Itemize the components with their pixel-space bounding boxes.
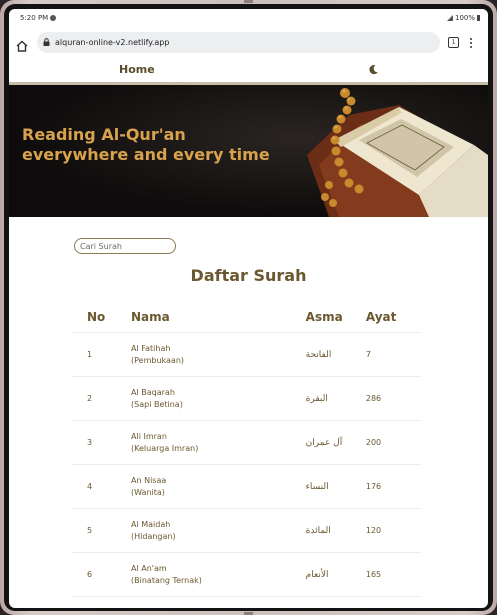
surah-ayat-count: 120 bbox=[365, 508, 421, 553]
search-surah-input[interactable] bbox=[74, 238, 176, 254]
battery-icon bbox=[477, 15, 480, 21]
surah-table: No Nama Asma Ayat 1 Al Fatihah (Pembukaan… bbox=[72, 302, 421, 597]
url-text: alquran-online-v2.netlify.app bbox=[55, 38, 170, 47]
device-frame: 5:20 PM 100% alquran-online-v2.netlify.a… bbox=[0, 0, 497, 615]
surah-name: An Nisaa bbox=[131, 475, 167, 485]
surah-arabic-name: الفاتحة bbox=[305, 332, 366, 377]
surah-arabic-name: النساء bbox=[305, 464, 366, 509]
surah-no: 4 bbox=[72, 464, 132, 509]
list-heading: Daftar Surah bbox=[190, 266, 307, 285]
nav-home-link[interactable]: Home bbox=[119, 63, 155, 76]
table-row[interactable]: 2 Al Baqarah (Sapi Betina) البقرة 286 bbox=[72, 376, 421, 421]
surah-arabic-name: البقرة bbox=[305, 376, 366, 421]
surah-name-cell: Al Baqarah (Sapi Betina) bbox=[131, 376, 306, 421]
hinge-top bbox=[244, 0, 253, 3]
notification-icon bbox=[50, 15, 57, 21]
dark-mode-moon-icon[interactable] bbox=[368, 64, 379, 75]
status-bar: 5:20 PM 100% bbox=[9, 9, 488, 27]
table-row[interactable]: 1 Al Fatihah (Pembukaan) الفاتحة 7 bbox=[72, 332, 421, 377]
tab-switcher-button[interactable]: 1 bbox=[448, 37, 459, 48]
surah-name: Al Maidah bbox=[131, 519, 171, 529]
more-menu-icon[interactable] bbox=[468, 36, 474, 50]
surah-arabic-name: المائدة bbox=[305, 508, 366, 553]
surah-name-cell: An Nisaa (Wanita) bbox=[131, 464, 306, 509]
surah-name-cell: Al Fatihah (Pembukaan) bbox=[131, 332, 306, 377]
surah-name: Al Fatihah bbox=[131, 343, 171, 353]
surah-ayat-count: 165 bbox=[365, 552, 421, 597]
surah-meaning: (Wanita) bbox=[131, 487, 165, 497]
surah-name: Ali Imran bbox=[131, 431, 167, 441]
surah-no: 3 bbox=[72, 420, 132, 465]
site-navbar: Home bbox=[9, 59, 488, 85]
surah-ayat-count: 200 bbox=[365, 420, 421, 465]
battery-level: 100% bbox=[454, 14, 475, 22]
table-row[interactable]: 4 An Nisaa (Wanita) النساء 176 bbox=[72, 464, 421, 509]
surah-name-cell: Al Maidah (Hidangan) bbox=[131, 508, 306, 553]
surah-name-cell: Al An'am (Binatang Ternak) bbox=[131, 552, 306, 597]
browser-toolbar: alquran-online-v2.netlify.app 1 bbox=[9, 29, 488, 63]
surah-ayat-count: 7 bbox=[365, 332, 421, 377]
surah-name: Al Baqarah bbox=[131, 387, 175, 397]
surah-arabic-name: الأنعام bbox=[305, 552, 366, 597]
col-header-no: No bbox=[72, 302, 132, 333]
surah-meaning: (Pembukaan) bbox=[131, 355, 185, 365]
surah-no: 6 bbox=[72, 552, 132, 597]
surah-no: 1 bbox=[72, 332, 132, 377]
status-right: 100% bbox=[446, 14, 480, 22]
surah-ayat-count: 176 bbox=[365, 464, 421, 509]
surah-meaning: (Sapi Betina) bbox=[131, 399, 183, 409]
quran-book-image bbox=[307, 88, 488, 217]
surah-name: Al An'am bbox=[131, 563, 167, 573]
table-row[interactable]: 5 Al Maidah (Hidangan) المائدة 120 bbox=[72, 508, 421, 553]
surah-meaning: (Binatang Ternak) bbox=[131, 575, 202, 585]
status-time: 5:20 PM bbox=[20, 14, 57, 22]
hero-title: Reading Al-Qur'an everywhere and every t… bbox=[22, 125, 270, 164]
home-icon[interactable] bbox=[15, 39, 29, 53]
surah-no: 5 bbox=[72, 508, 132, 553]
col-header-nama: Nama bbox=[131, 302, 306, 333]
surah-meaning: (Keluarga Imran) bbox=[131, 443, 199, 453]
surah-name-cell: Ali Imran (Keluarga Imran) bbox=[131, 420, 306, 465]
surah-ayat-count: 286 bbox=[365, 376, 421, 421]
screen: 5:20 PM 100% alquran-online-v2.netlify.a… bbox=[9, 9, 488, 608]
col-header-ayat: Ayat bbox=[365, 302, 421, 333]
surah-no: 2 bbox=[72, 376, 132, 421]
surah-arabic-name: آل عمران bbox=[305, 420, 366, 465]
col-header-asma: Asma bbox=[305, 302, 366, 333]
signal-icon bbox=[446, 15, 453, 21]
table-row[interactable]: 3 Ali Imran (Keluarga Imran) آل عمران 200 bbox=[72, 420, 421, 465]
lock-icon bbox=[43, 38, 50, 46]
surah-meaning: (Hidangan) bbox=[131, 531, 176, 541]
address-bar[interactable]: alquran-online-v2.netlify.app bbox=[37, 32, 440, 53]
table-row[interactable]: 6 Al An'am (Binatang Ternak) الأنعام 165 bbox=[72, 552, 421, 597]
table-header-row: No Nama Asma Ayat bbox=[72, 302, 421, 333]
hero-banner: Reading Al-Qur'an everywhere and every t… bbox=[9, 85, 488, 217]
